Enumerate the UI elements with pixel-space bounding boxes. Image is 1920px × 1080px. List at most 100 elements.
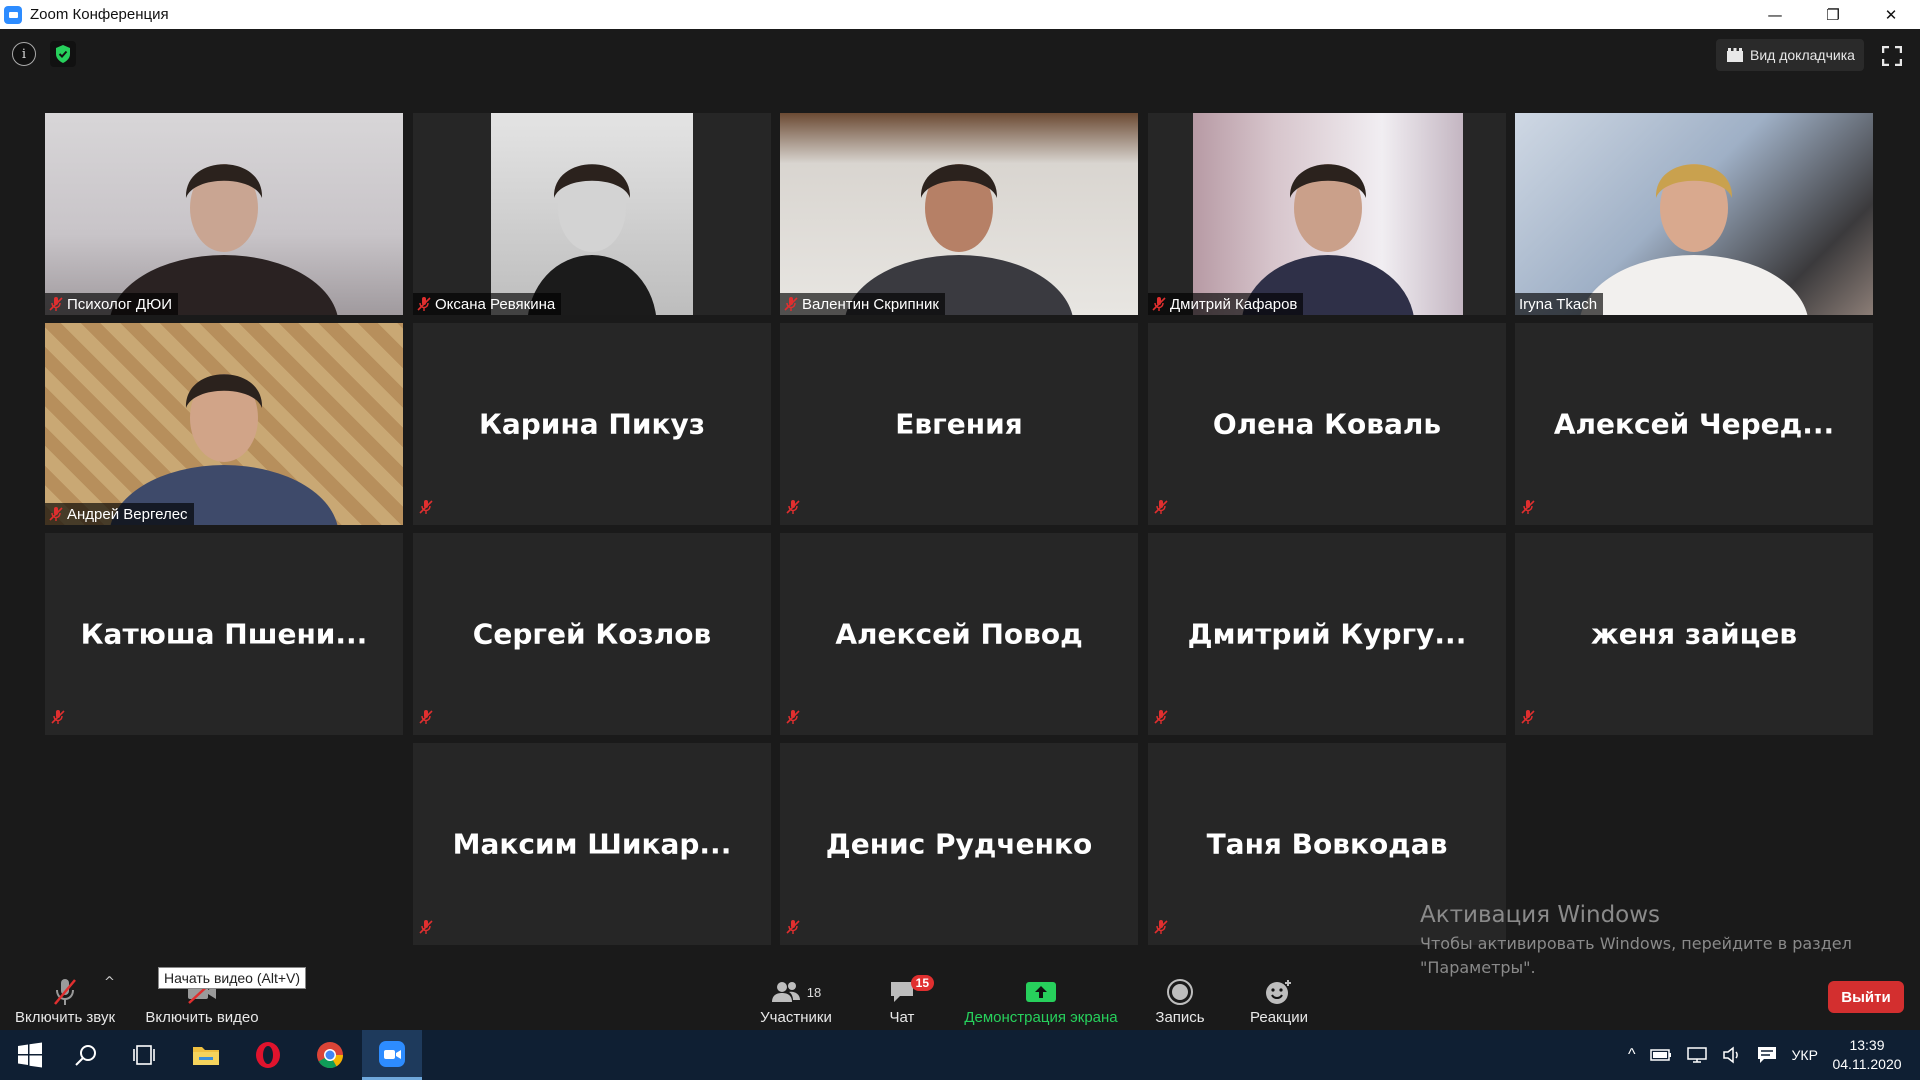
zoom-icon (379, 1040, 405, 1067)
participant-name: Iryna Tkach (1519, 295, 1598, 313)
participant-name-label: Оксана Ревякина (413, 293, 562, 315)
participant-name: Максим Шикар... (452, 827, 732, 861)
participant-video (45, 113, 403, 315)
muted-indicator (51, 709, 65, 729)
participant-name-label: Андрей Вергелес (45, 503, 194, 525)
volume-icon[interactable] (1722, 1046, 1742, 1064)
muted-indicator (786, 499, 800, 519)
task-view-icon (133, 1045, 155, 1065)
participant-name: Олена Коваль (1212, 407, 1442, 441)
participant-tile[interactable]: Валентин Скрипник (780, 113, 1138, 315)
audio-options-chevron-up-icon[interactable]: ^ (104, 975, 115, 990)
participant-tile[interactable]: Дмитрий Кургу... (1148, 533, 1506, 735)
participant-name: Карина Пикуз (478, 407, 705, 441)
network-icon[interactable] (1686, 1046, 1708, 1064)
reactions-smiley-icon (1266, 980, 1291, 1004)
share-screen-icon (1026, 982, 1056, 1002)
muted-microphone-icon (49, 297, 63, 311)
muted-microphone-icon (49, 507, 63, 521)
participant-tile[interactable]: Iryna Tkach (1515, 113, 1873, 315)
participant-tile[interactable]: Алексей Черед... (1515, 323, 1873, 525)
start-video-label: Включить видео (145, 1009, 259, 1026)
chrome-browser-icon (317, 1042, 344, 1069)
participant-tile[interactable]: Алексей Повод (780, 533, 1138, 735)
muted-indicator (419, 919, 433, 939)
reactions-button[interactable]: Реакции (1242, 960, 1316, 1030)
participant-tile[interactable]: Олена Коваль (1148, 323, 1506, 525)
notifications-icon[interactable] (1756, 1045, 1778, 1065)
search-button[interactable] (56, 1030, 116, 1080)
fullscreen-icon[interactable] (1882, 46, 1902, 66)
muted-microphone-icon (1152, 297, 1166, 311)
input-language[interactable]: УКР (1792, 1047, 1818, 1063)
speaker-view-label: Вид докладчика (1750, 47, 1855, 63)
chat-button[interactable]: 15 Чат (872, 960, 934, 1030)
participant-name: Сергей Козлов (472, 617, 712, 651)
chat-unread-badge: 15 (910, 975, 934, 991)
participant-name: Катюша Пшени... (80, 617, 368, 651)
system-tray: ^ УКР (1628, 1030, 1818, 1080)
participant-tile[interactable]: женя зайцев (1515, 533, 1873, 735)
close-button[interactable]: ✕ (1862, 0, 1920, 29)
participant-name: Дмитрий Кургу... (1187, 617, 1467, 651)
window-titlebar: Zoom Конференция — ❐ ✕ (0, 0, 1920, 29)
clock-time: 13:39 (1849, 1037, 1885, 1053)
leave-meeting-button[interactable]: Выйти (1828, 981, 1904, 1013)
participants-button[interactable]: 18 Участники (752, 960, 840, 1030)
speaker-view-button[interactable]: Вид докладчика (1716, 39, 1864, 71)
window-title: Zoom Конференция (30, 6, 169, 23)
windows-activation-watermark: Активация Windows Чтобы активировать Win… (1420, 902, 1880, 980)
record-button[interactable]: Запись (1150, 960, 1210, 1030)
participant-video (45, 323, 403, 525)
muted-microphone-icon (419, 710, 433, 724)
restore-button[interactable]: ❐ (1804, 0, 1862, 29)
participant-video (1515, 113, 1873, 315)
share-screen-button[interactable]: Демонстрация экрана (958, 960, 1124, 1030)
info-icon[interactable]: i (12, 42, 36, 66)
participant-tile[interactable]: Дмитрий Кафаров (1148, 113, 1506, 315)
participant-tile[interactable]: Оксана Ревякина (413, 113, 771, 315)
muted-indicator (1154, 919, 1168, 939)
participant-tile[interactable]: Катюша Пшени... (45, 533, 403, 735)
participant-name: Денис Рудченко (825, 827, 1093, 861)
participant-tile[interactable]: Денис Рудченко (780, 743, 1138, 945)
participant-tile[interactable]: Психолог ДЮИ (45, 113, 403, 315)
speaker-view-icon (1727, 48, 1743, 62)
participant-name: Дмитрий Кафаров (1170, 295, 1298, 313)
security-shield-icon[interactable] (50, 41, 76, 67)
unmute-label: Включить звук (14, 1009, 116, 1026)
start-button[interactable] (0, 1030, 60, 1080)
participant-tile[interactable]: Максим Шикар... (413, 743, 771, 945)
participant-video (780, 113, 1138, 315)
participant-tile[interactable]: Евгения (780, 323, 1138, 525)
muted-microphone-icon (1521, 710, 1535, 724)
participant-name: Алексей Черед... (1553, 407, 1835, 441)
meeting-topbar: i Вид докладчика (0, 29, 1920, 79)
show-hidden-icons-chevron-icon[interactable]: ^ (1628, 1046, 1636, 1064)
opera-browser-icon (256, 1042, 280, 1068)
file-explorer-taskbar-button[interactable] (176, 1030, 236, 1080)
opera-taskbar-button[interactable] (238, 1030, 298, 1080)
record-label: Запись (1155, 1009, 1205, 1026)
record-icon (1167, 979, 1193, 1005)
participant-tile[interactable]: Карина Пикуз (413, 323, 771, 525)
muted-microphone-icon (784, 297, 798, 311)
muted-microphone-icon (1154, 920, 1168, 934)
muted-microphone-icon (1154, 500, 1168, 514)
folder-icon (193, 1047, 219, 1065)
windows-logo-icon (18, 1042, 42, 1068)
share-screen-label: Демонстрация экрана (964, 1009, 1118, 1026)
participant-tile[interactable]: Андрей Вергелес (45, 323, 403, 525)
participant-tile[interactable]: Сергей Козлов (413, 533, 771, 735)
participant-video (491, 113, 693, 315)
unmute-button[interactable]: Включить звук (8, 960, 122, 1030)
taskbar-clock[interactable]: 13:39 04.11.2020 (1822, 1036, 1912, 1074)
participant-name-label: Психолог ДЮИ (45, 293, 178, 315)
battery-icon[interactable] (1649, 1048, 1672, 1062)
minimize-button[interactable]: — (1746, 0, 1804, 29)
participant-name-label: Валентин Скрипник (780, 293, 945, 315)
muted-microphone-icon (54, 979, 76, 1005)
zoom-taskbar-button[interactable] (362, 1030, 422, 1080)
task-view-button[interactable] (114, 1030, 174, 1080)
chrome-taskbar-button[interactable] (300, 1030, 360, 1080)
